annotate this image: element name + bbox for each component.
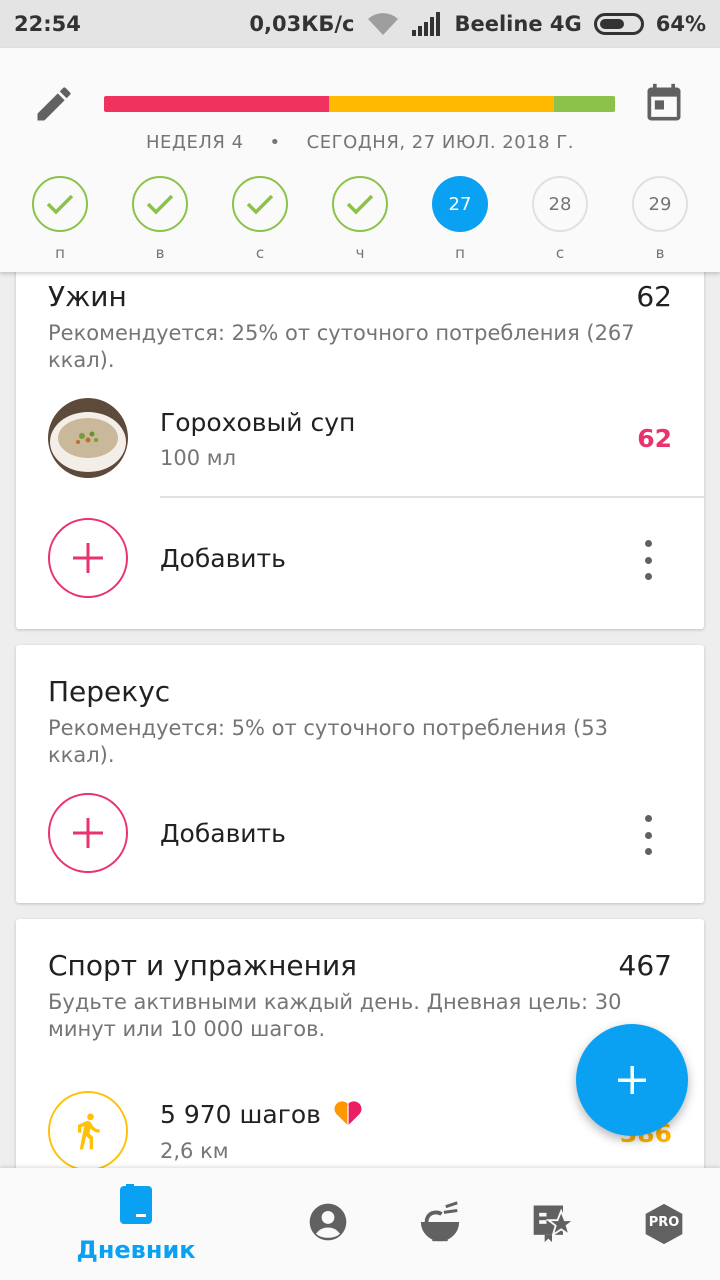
- progress-segment: [328, 96, 554, 112]
- check-icon: [332, 176, 388, 232]
- calendar-icon[interactable]: [642, 82, 686, 126]
- week-day[interactable]: в: [132, 176, 188, 266]
- network-speed: 0,03КБ/с: [249, 12, 355, 36]
- week-day[interactable]: ч: [332, 176, 388, 266]
- week-day-label: в: [655, 244, 665, 262]
- dinner-recommendation: Рекомендуется: 25% от суточного потребле…: [48, 321, 635, 372]
- steps-distance: 2,6 км: [160, 1139, 229, 1163]
- carrier-name: Beeline 4G: [454, 12, 582, 36]
- nav-plans[interactable]: [524, 1168, 580, 1280]
- dinner-card: Ужин 62 Рекомендуется: 25% от суточного …: [16, 248, 704, 629]
- week-day-label: в: [155, 244, 165, 262]
- day-number: 29: [632, 176, 688, 232]
- dinner-title: Ужин: [48, 280, 127, 313]
- nav-profile[interactable]: [300, 1168, 356, 1280]
- plans-badge-icon: [530, 1200, 577, 1248]
- dinner-total: 62: [636, 280, 672, 313]
- snack-more-icon[interactable]: [636, 815, 660, 855]
- week-day-label: п: [55, 244, 65, 262]
- food-item-kcal: 62: [637, 424, 672, 453]
- pro-hexagon-icon: PRO: [642, 1202, 686, 1246]
- check-icon: [132, 176, 188, 232]
- snack-title: Перекус: [48, 675, 171, 708]
- nav-recipes[interactable]: [412, 1168, 468, 1280]
- status-time: 22:54: [14, 12, 81, 36]
- dinner-add-button[interactable]: Добавить: [160, 544, 286, 573]
- pencil-icon[interactable]: [32, 82, 76, 126]
- check-icon: [32, 176, 88, 232]
- today-date: СЕГОДНЯ, 27 ИЮЛ. 2018 Г.: [306, 132, 575, 153]
- snack-add-icon[interactable]: [48, 793, 128, 873]
- week-separator: •: [269, 132, 281, 153]
- daily-progress-bar: [104, 96, 615, 112]
- sport-recommendation: Будьте активными каждый день. Дневная це…: [48, 990, 622, 1041]
- nav-pro[interactable]: PRO: [636, 1168, 692, 1280]
- pea-soup-image[interactable]: [48, 398, 128, 478]
- week-header: НЕДЕЛЯ 4 • СЕГОДНЯ, 27 ИЮЛ. 2018 Г. п в с ч 27…: [0, 48, 720, 272]
- status-bar: 22:54 0,03КБ/с Beeline 4G 64%: [0, 0, 720, 48]
- add-fab-button[interactable]: [576, 1024, 688, 1136]
- item-divider: [160, 496, 704, 498]
- diary-icon: [118, 1184, 154, 1230]
- steps-count[interactable]: 5 970 шагов: [160, 1099, 363, 1133]
- signal-icon: [412, 12, 442, 36]
- food-item-name[interactable]: Гороховый суп: [160, 408, 355, 437]
- week-day[interactable]: с: [232, 176, 288, 266]
- battery-percent: 64%: [655, 12, 706, 36]
- check-icon: [232, 176, 288, 232]
- week-day-label: ч: [355, 244, 365, 262]
- progress-segment: [553, 96, 615, 112]
- bottom-navigation: Дневник PRO: [0, 1168, 720, 1280]
- week-day-label: п: [455, 244, 465, 262]
- snack-card: Перекус Рекомендуется: 5% от суточного п…: [16, 645, 704, 903]
- steps-label: 5 970 шагов: [160, 1100, 321, 1129]
- progress-segment: [104, 96, 329, 112]
- week-day[interactable]: 29 в: [632, 176, 688, 266]
- dinner-more-icon[interactable]: [636, 540, 660, 580]
- walking-icon[interactable]: [48, 1091, 128, 1171]
- rice-bowl-icon: [417, 1200, 463, 1248]
- week-info: НЕДЕЛЯ 4 • СЕГОДНЯ, 27 ИЮЛ. 2018 Г.: [0, 132, 720, 153]
- snack-recommendation: Рекомендуется: 5% от суточного потреблен…: [48, 716, 608, 767]
- pro-label: PRO: [648, 1215, 680, 1230]
- dinner-add-icon[interactable]: [48, 518, 128, 598]
- wifi-icon: [366, 11, 400, 37]
- week-day[interactable]: п: [32, 176, 88, 266]
- day-number: 28: [532, 176, 588, 232]
- battery-icon: [593, 13, 644, 35]
- nav-diary[interactable]: Дневник: [66, 1168, 206, 1280]
- nav-diary-label: Дневник: [76, 1236, 196, 1264]
- heart-icon: [333, 1099, 363, 1133]
- week-day[interactable]: 27 п: [432, 176, 488, 266]
- profile-icon: [306, 1200, 350, 1248]
- sport-total: 467: [618, 949, 672, 982]
- sport-title: Спорт и упражнения: [48, 949, 357, 982]
- food-item-amount: 100 мл: [160, 446, 237, 470]
- week-day-label: с: [255, 244, 265, 262]
- week-day-label: с: [555, 244, 565, 262]
- snack-add-button[interactable]: Добавить: [160, 819, 286, 848]
- week-number: НЕДЕЛЯ 4: [145, 132, 244, 153]
- day-number: 27: [432, 176, 488, 232]
- week-day[interactable]: 28 с: [532, 176, 588, 266]
